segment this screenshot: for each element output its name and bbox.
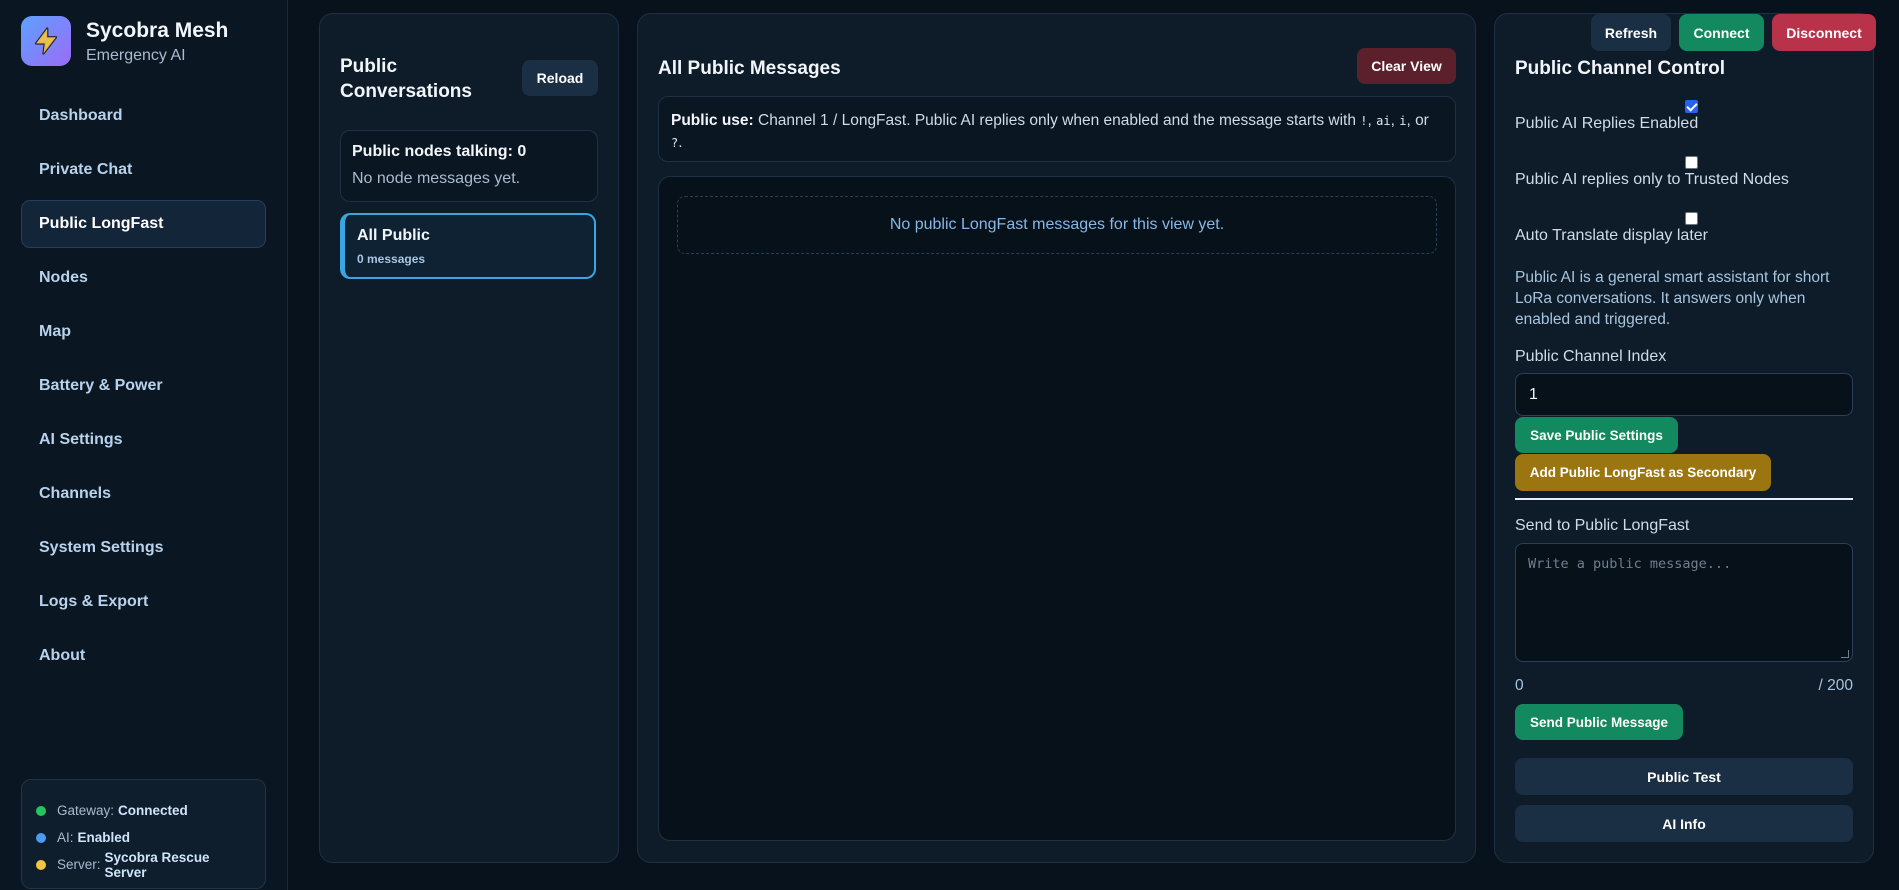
top-actions: Refresh Connect Disconnect	[1591, 14, 1884, 51]
sidebar-item-channels[interactable]: Channels	[21, 470, 266, 518]
auto-translate-checkbox[interactable]	[1685, 212, 1698, 225]
empty-messages-placeholder: No public LongFast messages for this vie…	[677, 196, 1437, 254]
server-status-value: Sycobra Rescue Server	[104, 849, 210, 880]
sidebar-item-map[interactable]: Map	[21, 308, 266, 356]
trigger-bang: !	[1360, 114, 1368, 128]
messages-panel: All Public Messages Clear View Public us…	[637, 13, 1476, 863]
sidebar: Sycobra Mesh Emergency AI Dashboard Priv…	[0, 0, 288, 890]
brand: Sycobra Mesh Emergency AI	[21, 16, 228, 66]
char-count: 0	[1515, 677, 1524, 694]
public-ai-replies-checkbox[interactable]	[1685, 100, 1698, 113]
nodes-talking-title: Public nodes talking: 0	[352, 143, 527, 160]
option-public-ai-replies: Public AI Replies Enabled	[1515, 100, 1853, 138]
ai-status: AI: Enabled	[36, 824, 251, 851]
public-message-textarea[interactable]: Write a public message...	[1515, 543, 1853, 662]
app-subtitle: Emergency AI	[86, 46, 186, 64]
ai-status-dot	[36, 832, 46, 843]
option-trusted-nodes: Public AI replies only to Trusted Nodes	[1515, 156, 1853, 194]
sidebar-item-private-chat[interactable]: Private Chat	[21, 146, 266, 194]
refresh-button[interactable]: Refresh	[1591, 14, 1671, 51]
server-status-label: Server:	[57, 857, 101, 872]
ai-info-button[interactable]: AI Info	[1515, 805, 1853, 842]
sidebar-nav: Dashboard Private Chat Public LongFast N…	[21, 92, 266, 686]
trigger-ai: ai	[1376, 114, 1391, 128]
sidebar-item-battery-power[interactable]: Battery & Power	[21, 362, 266, 410]
sidebar-item-ai-settings[interactable]: AI Settings	[21, 416, 266, 464]
add-secondary-button[interactable]: Add Public LongFast as Secondary	[1515, 454, 1771, 491]
clear-view-button[interactable]: Clear View	[1357, 48, 1456, 84]
trusted-nodes-checkbox[interactable]	[1685, 156, 1698, 169]
resize-handle[interactable]	[1841, 650, 1849, 658]
send-label: Send to Public LongFast	[1515, 517, 1690, 534]
trusted-nodes-label: Public AI replies only to Trusted Nodes	[1515, 171, 1789, 188]
gateway-status-dot	[36, 805, 46, 816]
option-auto-translate: Auto Translate display later	[1515, 212, 1853, 250]
section-divider	[1515, 498, 1853, 500]
status-box: Gateway: Connected AI: Enabled Server: S…	[21, 779, 266, 889]
conversation-item-all-public[interactable]: All Public 0 messages	[340, 213, 596, 279]
public-test-button[interactable]: Public Test	[1515, 758, 1853, 795]
public-ai-replies-label: Public AI Replies Enabled	[1515, 115, 1699, 132]
textarea-placeholder: Write a public message...	[1528, 556, 1732, 572]
lightning-bolt-icon	[21, 16, 71, 66]
ai-status-value: Enabled	[77, 830, 131, 845]
gateway-status-label: Gateway:	[57, 803, 115, 818]
sidebar-item-dashboard[interactable]: Dashboard	[21, 92, 266, 140]
reload-button[interactable]: Reload	[522, 60, 598, 96]
conversation-count: 0 messages	[357, 252, 426, 266]
save-public-settings-button[interactable]: Save Public Settings	[1515, 417, 1678, 453]
send-public-message-button[interactable]: Send Public Message	[1515, 704, 1683, 740]
nodes-talking-box: Public nodes talking: 0 No node messages…	[340, 130, 598, 202]
connect-button[interactable]: Connect	[1679, 14, 1764, 51]
trigger-question: ?	[671, 136, 679, 150]
trigger-i: i	[1399, 114, 1407, 128]
public-use-info: Public use: Channel 1 / LongFast. Public…	[658, 96, 1456, 162]
disconnect-button[interactable]: Disconnect	[1772, 14, 1876, 51]
server-status-dot	[36, 859, 46, 870]
sidebar-item-system-settings[interactable]: System Settings	[21, 524, 266, 572]
channel-index-input[interactable]: 1	[1515, 373, 1853, 416]
sidebar-item-public-longfast[interactable]: Public LongFast	[21, 200, 266, 248]
ai-status-label: AI:	[57, 830, 74, 845]
nodes-empty-text: No node messages yet.	[352, 170, 521, 187]
app-title: Sycobra Mesh	[86, 18, 229, 42]
char-limit: / 200	[1818, 677, 1853, 694]
gateway-status: Gateway: Connected	[36, 797, 251, 824]
auto-translate-label: Auto Translate display later	[1515, 227, 1708, 244]
control-panel: Public Channel Control Public AI Replies…	[1494, 13, 1874, 863]
public-ai-description: Public AI is a general smart assistant f…	[1515, 269, 1830, 328]
info-text: Channel 1 / LongFast. Public AI replies …	[753, 112, 1361, 129]
control-title: Public Channel Control	[1515, 58, 1726, 79]
channel-index-label: Public Channel Index	[1515, 348, 1667, 365]
sidebar-item-nodes[interactable]: Nodes	[21, 254, 266, 302]
info-bold-label: Public use:	[671, 112, 754, 129]
conversations-title: Public Conversations	[340, 56, 472, 102]
messages-title: All Public Messages	[658, 58, 841, 79]
message-list: No public LongFast messages for this vie…	[658, 176, 1456, 841]
server-status: Server: Sycobra Rescue Server	[36, 849, 251, 880]
conversation-name: All Public	[357, 227, 430, 244]
sidebar-item-about[interactable]: About	[21, 632, 266, 680]
conversations-panel: Public Conversations Reload Public nodes…	[319, 13, 619, 863]
gateway-status-value: Connected	[118, 803, 188, 818]
sidebar-item-logs-export[interactable]: Logs & Export	[21, 578, 266, 626]
